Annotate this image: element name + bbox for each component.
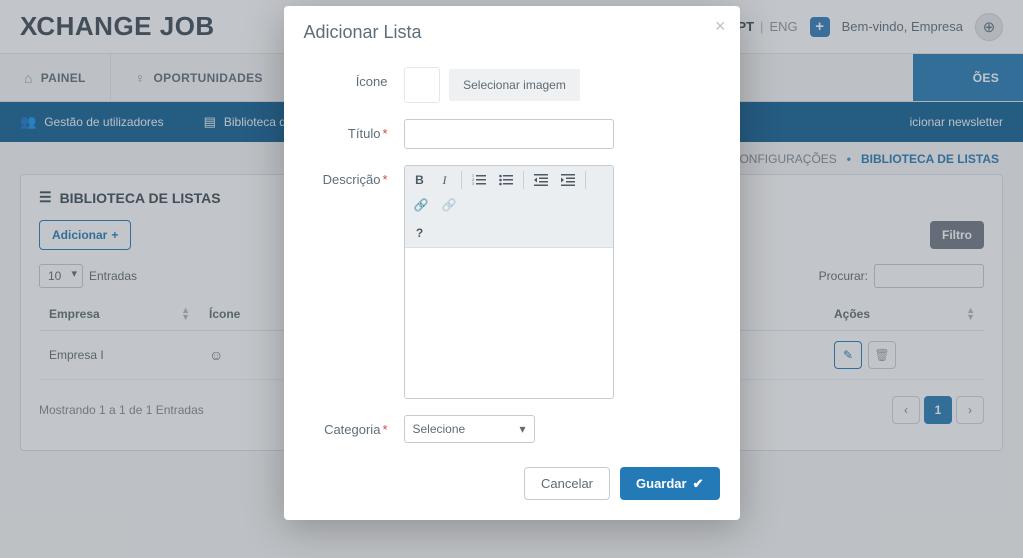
tool-sep-1 (461, 171, 462, 189)
check-icon: ✔ (693, 476, 704, 492)
row-icone: Ícone Selecionar imagem (304, 67, 720, 103)
label-icone: Ícone (304, 67, 388, 89)
label-titulo: Título* (304, 119, 388, 141)
bold-button[interactable]: B (409, 169, 431, 191)
row-titulo: Título* (304, 119, 720, 149)
ordered-list-icon: 123 (472, 174, 486, 186)
categoria-value: Selecione (413, 422, 466, 436)
cancel-button[interactable]: Cancelar (524, 467, 610, 500)
indent-button[interactable] (556, 169, 580, 191)
save-button[interactable]: Guardar ✔ (620, 467, 719, 500)
outdent-button[interactable] (529, 169, 553, 191)
help-button[interactable]: ? (409, 222, 431, 244)
add-list-modal: × Adicionar Lista Ícone Selecionar image… (284, 6, 740, 520)
icon-preview (404, 67, 440, 103)
rich-text-editor: B I 123 (404, 165, 614, 399)
unordered-list-icon (499, 174, 513, 186)
editor-textarea[interactable] (405, 248, 613, 398)
label-descricao: Descrição* (304, 165, 388, 187)
outdent-icon (534, 174, 548, 186)
chevron-down-icon: ▾ (519, 422, 525, 436)
label-categoria: Categoria* (304, 415, 388, 437)
ordered-list-button[interactable]: 123 (467, 169, 491, 191)
editor-toolbar: B I 123 (405, 166, 613, 248)
unordered-list-button[interactable] (494, 169, 518, 191)
select-image-button[interactable]: Selecionar imagem (449, 69, 580, 101)
save-button-label: Guardar (636, 476, 687, 491)
italic-button[interactable]: I (434, 169, 456, 191)
row-categoria: Categoria* Selecione ▾ (304, 415, 720, 443)
close-icon: × (715, 16, 726, 36)
link-button[interactable]: 🔗 (409, 194, 434, 216)
unlink-icon: 🔗 (441, 198, 456, 213)
titulo-input[interactable] (404, 119, 614, 149)
row-descricao: Descrição* B I 123 (304, 165, 720, 399)
indent-icon (561, 174, 575, 186)
link-icon: 🔗 (414, 198, 429, 213)
tool-sep-2 (523, 171, 524, 189)
modal-title: Adicionar Lista (304, 22, 720, 43)
close-button[interactable]: × (715, 16, 726, 37)
tool-sep-3 (585, 171, 586, 189)
svg-text:3: 3 (472, 181, 474, 186)
unlink-button[interactable]: 🔗 (436, 194, 461, 216)
modal-footer: Cancelar Guardar ✔ (304, 467, 720, 500)
categoria-select[interactable]: Selecione ▾ (404, 415, 535, 443)
